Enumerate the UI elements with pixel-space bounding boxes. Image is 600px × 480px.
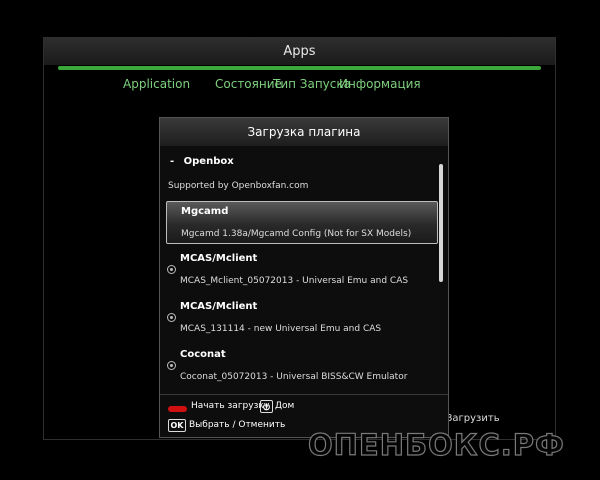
dialog-title: Загрузка плагина bbox=[247, 125, 361, 139]
group-subtitle: Supported by Openboxfan.com bbox=[168, 181, 309, 191]
start-download-label[interactable]: Начать загрузку bbox=[191, 401, 269, 411]
background-download-label: Загрузить bbox=[446, 413, 500, 424]
group-label: Openbox bbox=[183, 156, 234, 167]
tab-status[interactable]: Состояние bbox=[215, 77, 282, 91]
footer-divider bbox=[160, 394, 448, 395]
header-accent-line bbox=[58, 66, 541, 70]
radio-icon bbox=[167, 265, 176, 274]
radio-icon bbox=[167, 361, 176, 370]
plugin-name: MCAS/Mclient bbox=[180, 253, 258, 264]
plugin-item-mgcamd[interactable]: Mgcamd Mgcamd 1.38a/Mgcamd Config (Not f… bbox=[166, 201, 438, 244]
collapse-dash-icon: - bbox=[170, 156, 175, 167]
plugin-item-mcas-131114[interactable]: MCAS/Mclient MCAS_131114 - new Universal… bbox=[166, 297, 438, 340]
ok-key-icon: OK bbox=[168, 419, 186, 432]
tab-application[interactable]: Application bbox=[123, 77, 190, 91]
plugin-description: Coconat_05072013 - Universal BISS&CW Emu… bbox=[180, 372, 408, 382]
group-openbox[interactable]: - Openbox bbox=[170, 156, 234, 167]
scrollbar-thumb[interactable] bbox=[439, 164, 443, 282]
plugin-item-coconat[interactable]: Coconat Coconat_05072013 - Universal BIS… bbox=[166, 345, 438, 388]
plugin-name: Mgcamd bbox=[181, 206, 229, 217]
watermark: ОПЕНБОКС.РФ bbox=[307, 427, 565, 462]
app-header: Apps bbox=[44, 38, 555, 65]
plugin-item-mcas-mclient[interactable]: MCAS/Mclient MCAS_Mclient_05072013 - Uni… bbox=[166, 249, 438, 292]
red-key-icon bbox=[168, 406, 187, 412]
plugin-description: MCAS_131114 - new Universal Emu and CAS bbox=[180, 324, 382, 334]
radio-icon bbox=[167, 313, 176, 322]
plugin-description: Mgcamd 1.38a/Mgcamd Config (Not for SX M… bbox=[181, 229, 412, 239]
select-cancel-label[interactable]: Выбрать / Отменить bbox=[189, 420, 285, 430]
tab-information[interactable]: Информация bbox=[339, 77, 421, 91]
plugin-list-scrollbar[interactable] bbox=[439, 156, 443, 396]
dialog-header: Загрузка плагина bbox=[160, 118, 448, 146]
app-title: Apps bbox=[283, 44, 316, 59]
plugin-name: Coconat bbox=[180, 349, 226, 360]
plugin-description: MCAS_Mclient_05072013 - Universal Emu an… bbox=[180, 276, 409, 286]
plugin-name: MCAS/Mclient bbox=[180, 301, 258, 312]
home-label[interactable]: Дом bbox=[275, 401, 294, 411]
power-icon bbox=[260, 400, 273, 413]
plugin-download-dialog: Загрузка плагина - Openbox Supported by … bbox=[159, 117, 449, 438]
